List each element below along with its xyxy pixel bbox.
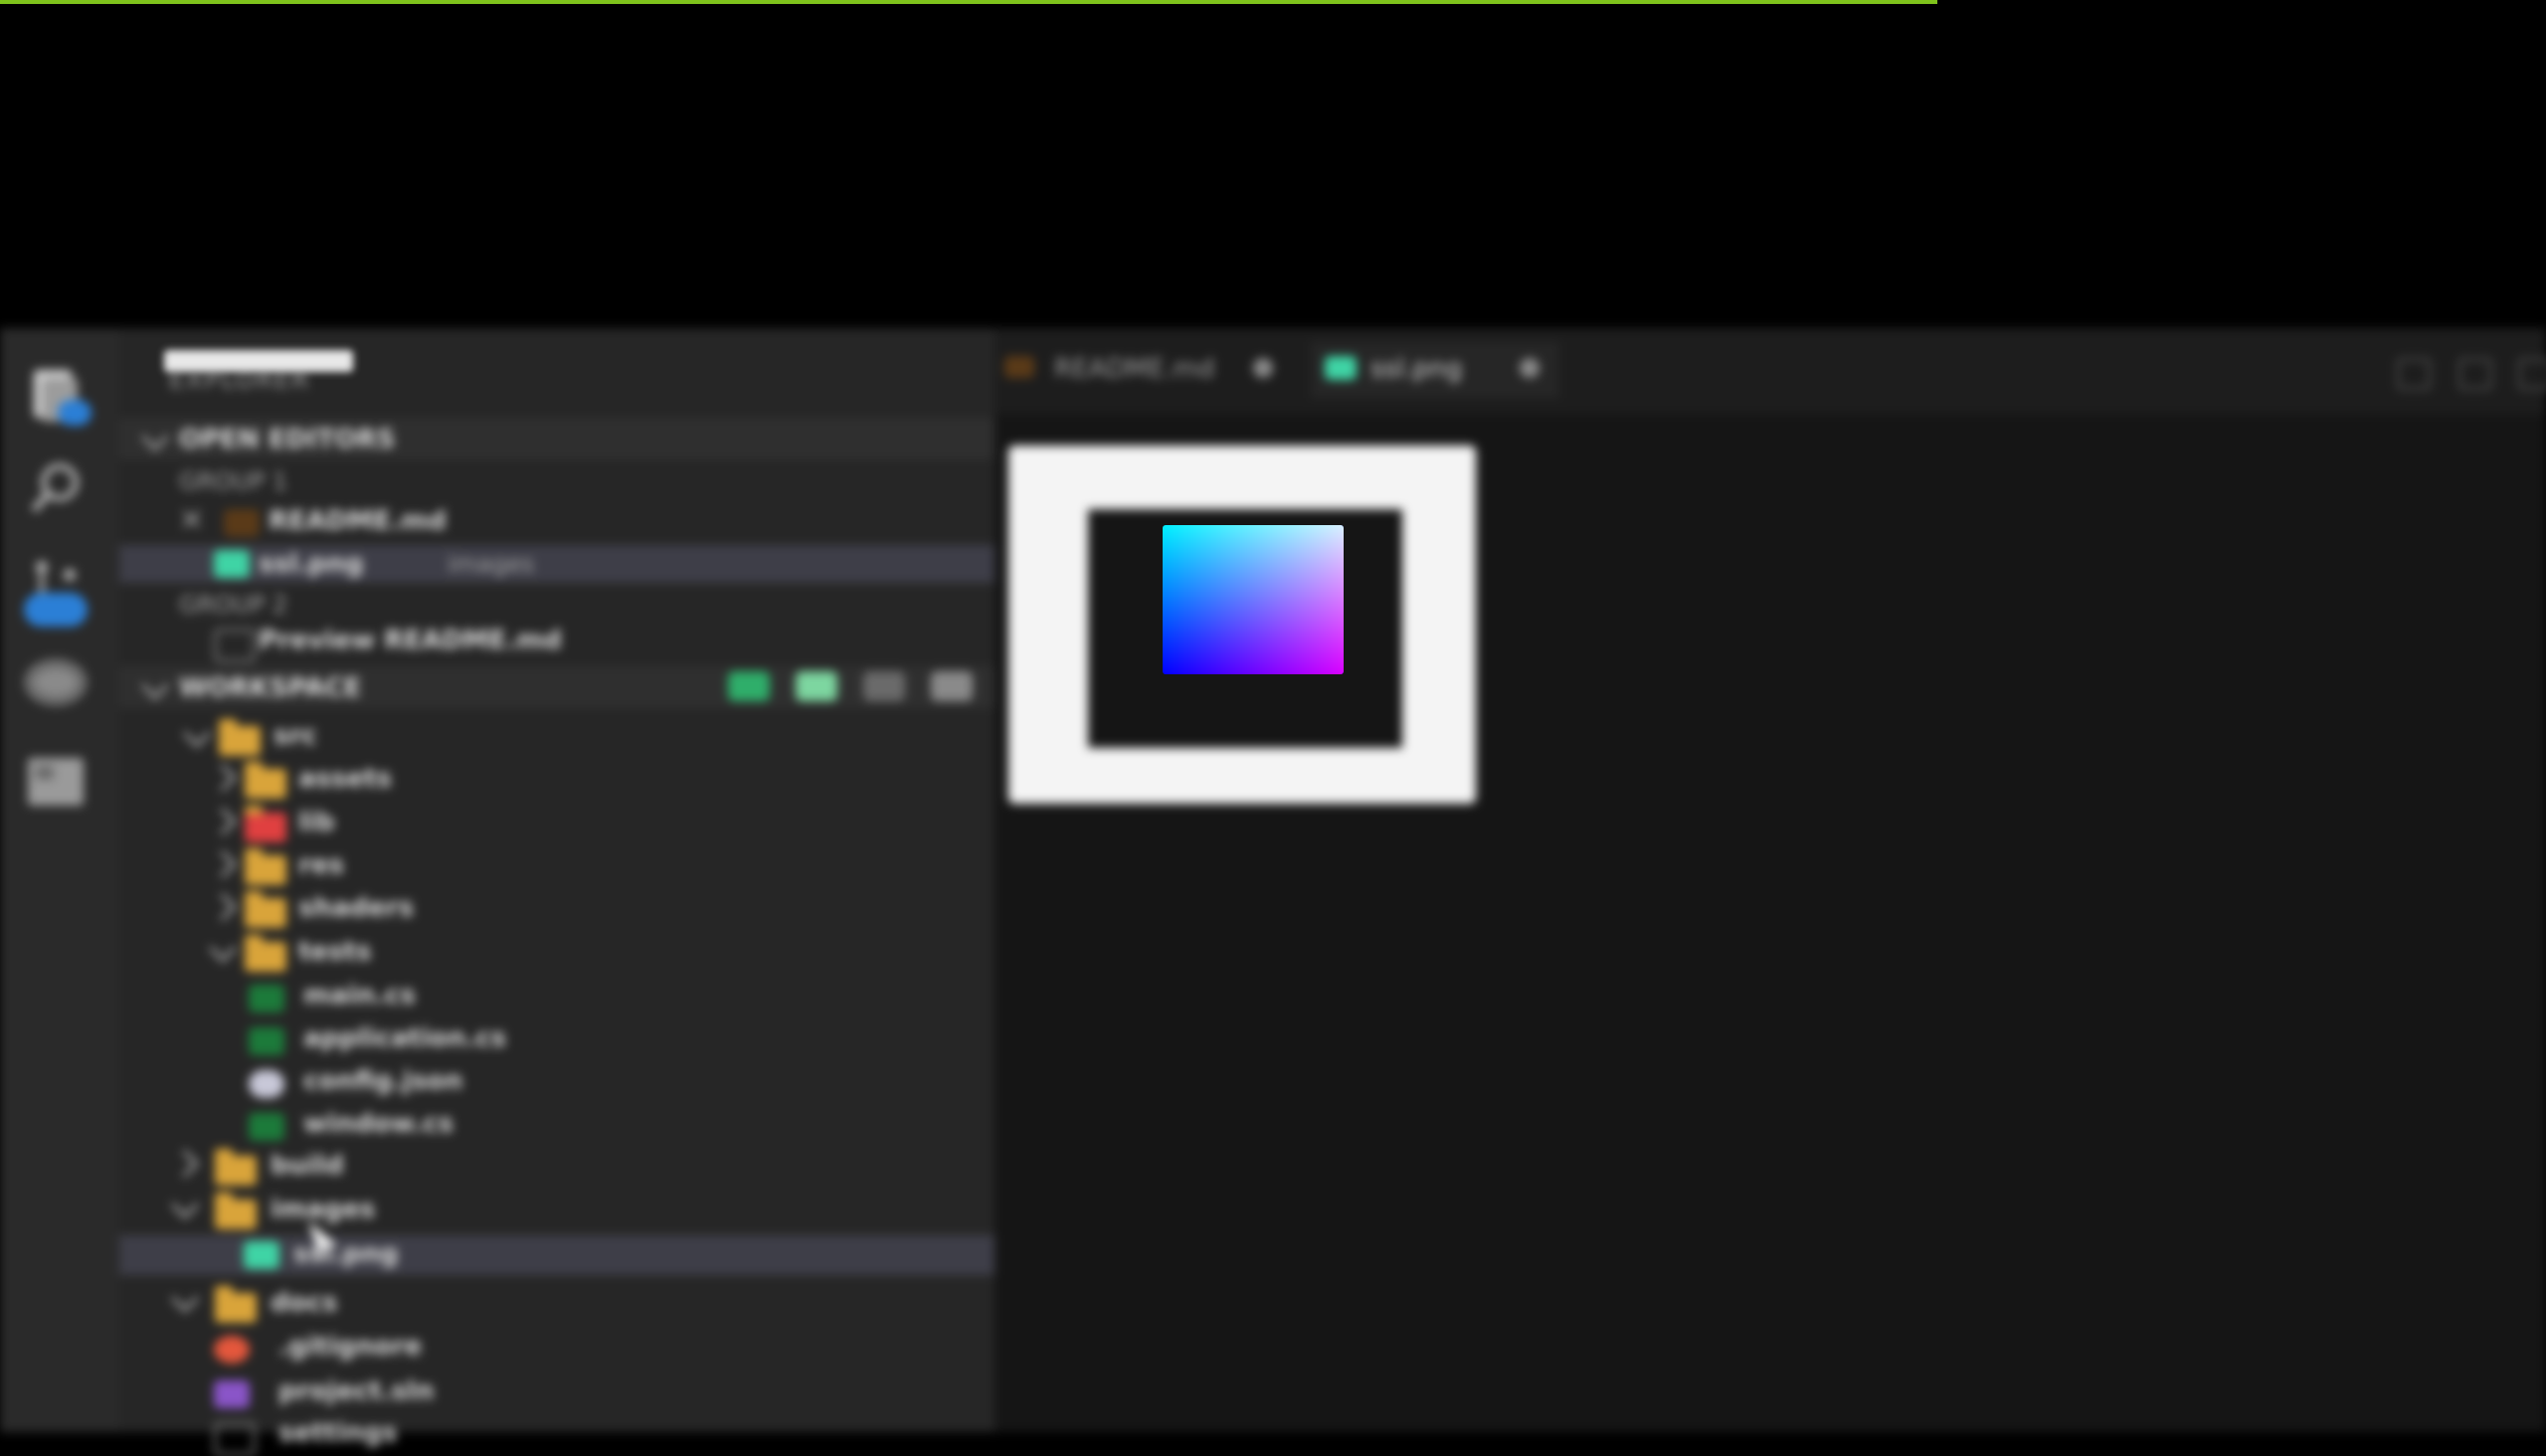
- source-control-icon[interactable]: [14, 547, 97, 627]
- preview-image-reflection: [164, 350, 353, 372]
- chevron-right-icon: [170, 1149, 200, 1179]
- run-debug-icon[interactable]: [14, 646, 97, 718]
- folder-icon: [215, 1192, 257, 1229]
- tree-folder[interactable]: images: [271, 1191, 375, 1227]
- more-actions-icon[interactable]: [2458, 358, 2492, 390]
- chevron-right-icon: [208, 892, 238, 922]
- tree-folder[interactable]: src: [273, 718, 317, 754]
- preview-icon: [214, 629, 256, 662]
- tree-folder[interactable]: docs: [271, 1285, 337, 1321]
- chevron-down-icon: [170, 1190, 200, 1220]
- group-label: GROUP 2: [179, 591, 288, 619]
- chevron-down-icon: [182, 719, 212, 749]
- csharp-icon: [249, 985, 284, 1012]
- folder-icon: [245, 935, 286, 972]
- tree-file[interactable]: application.cs: [303, 1020, 506, 1056]
- new-folder-icon[interactable]: [796, 671, 837, 701]
- tree-folder[interactable]: assets: [298, 761, 392, 797]
- panel-toggle-icon[interactable]: [2518, 358, 2546, 390]
- group-label: GROUP 1: [179, 467, 288, 495]
- files-icon[interactable]: [14, 358, 97, 430]
- tab-image[interactable]: ssl.png: [1311, 342, 1559, 398]
- tree-file[interactable]: settings: [278, 1415, 397, 1451]
- top-accent-bar: [0, 0, 1937, 4]
- close-icon[interactable]: [1520, 358, 1540, 378]
- csharp-icon: [249, 1113, 284, 1141]
- extensions-icon[interactable]: [14, 746, 97, 818]
- open-editor-file[interactable]: Preview README.md: [259, 623, 562, 658]
- tree-file[interactable]: config.json: [303, 1063, 462, 1099]
- chevron-right-icon: [208, 849, 238, 879]
- tree-folder[interactable]: res: [298, 847, 344, 883]
- folder-icon: [215, 1286, 257, 1323]
- folder-icon: [215, 1149, 257, 1185]
- code-editor-window: EXPLORER OPEN EDITORS GROUP 1 ✕ README.m…: [0, 328, 2546, 1456]
- tab-label: ssl.png: [1370, 354, 1463, 384]
- tree-file[interactable]: ssl.png: [293, 1236, 398, 1272]
- markdown-icon: [1004, 356, 1034, 378]
- activity-bar: [0, 328, 119, 1432]
- solution-icon: [214, 1380, 250, 1408]
- chevron-right-icon: [208, 763, 238, 793]
- tree-file[interactable]: .gitignore: [278, 1329, 422, 1365]
- chevron-right-icon: [208, 807, 238, 836]
- folder-icon: [245, 762, 286, 799]
- image-icon: [244, 1241, 279, 1269]
- folder-icon: [245, 891, 286, 928]
- image-icon: [214, 550, 250, 578]
- tab-bar: README.md ssl.png: [995, 328, 2546, 414]
- collapse-all-icon[interactable]: [931, 671, 973, 701]
- tree-file[interactable]: main.cs: [303, 978, 416, 1013]
- editor-area: README.md ssl.png: [995, 328, 2546, 1432]
- tree-folder[interactable]: build: [271, 1148, 344, 1183]
- workspace-title: WORKSPACE: [179, 673, 362, 703]
- tree-folder[interactable]: shaders: [298, 890, 414, 926]
- open-editors-title: OPEN EDITORS: [179, 425, 396, 455]
- folder-icon: [219, 719, 261, 756]
- file-icon: [214, 1422, 256, 1456]
- refresh-icon[interactable]: [863, 671, 905, 701]
- chevron-down-icon: [170, 1284, 200, 1314]
- csharp-icon: [249, 1027, 284, 1055]
- tab-readme[interactable]: README.md: [1004, 342, 1303, 398]
- close-icon[interactable]: [1253, 358, 1273, 378]
- tree-folder[interactable]: lib: [298, 805, 334, 840]
- explorer-badge: [58, 400, 91, 426]
- open-editor-selected-row[interactable]: [119, 545, 995, 583]
- image-icon: [1325, 356, 1357, 380]
- file-path-hint: images: [448, 550, 535, 578]
- folder-icon: [245, 848, 286, 885]
- chevron-down-icon: [208, 934, 238, 964]
- tree-folder[interactable]: tests: [298, 934, 371, 970]
- search-icon[interactable]: [14, 453, 97, 524]
- split-editor-icon[interactable]: [2397, 358, 2431, 390]
- explorer-sidebar: EXPLORER OPEN EDITORS GROUP 1 ✕ README.m…: [119, 328, 995, 1456]
- folder-icon: [245, 806, 286, 842]
- tree-file[interactable]: window.cs: [303, 1106, 454, 1142]
- tab-label: README.md: [1054, 354, 1215, 384]
- git-icon: [214, 1336, 250, 1364]
- open-editor-file[interactable]: ssl.png: [259, 546, 363, 582]
- tree-file[interactable]: project.sln: [278, 1373, 434, 1409]
- source-control-badge: [24, 593, 88, 627]
- new-file-icon[interactable]: [728, 671, 770, 701]
- open-editor-file[interactable]: README.md: [269, 503, 447, 539]
- close-icon[interactable]: ✕: [179, 503, 204, 539]
- markdown-icon: [224, 509, 260, 537]
- color-gradient-image: [1163, 525, 1344, 674]
- json-icon: [249, 1070, 284, 1098]
